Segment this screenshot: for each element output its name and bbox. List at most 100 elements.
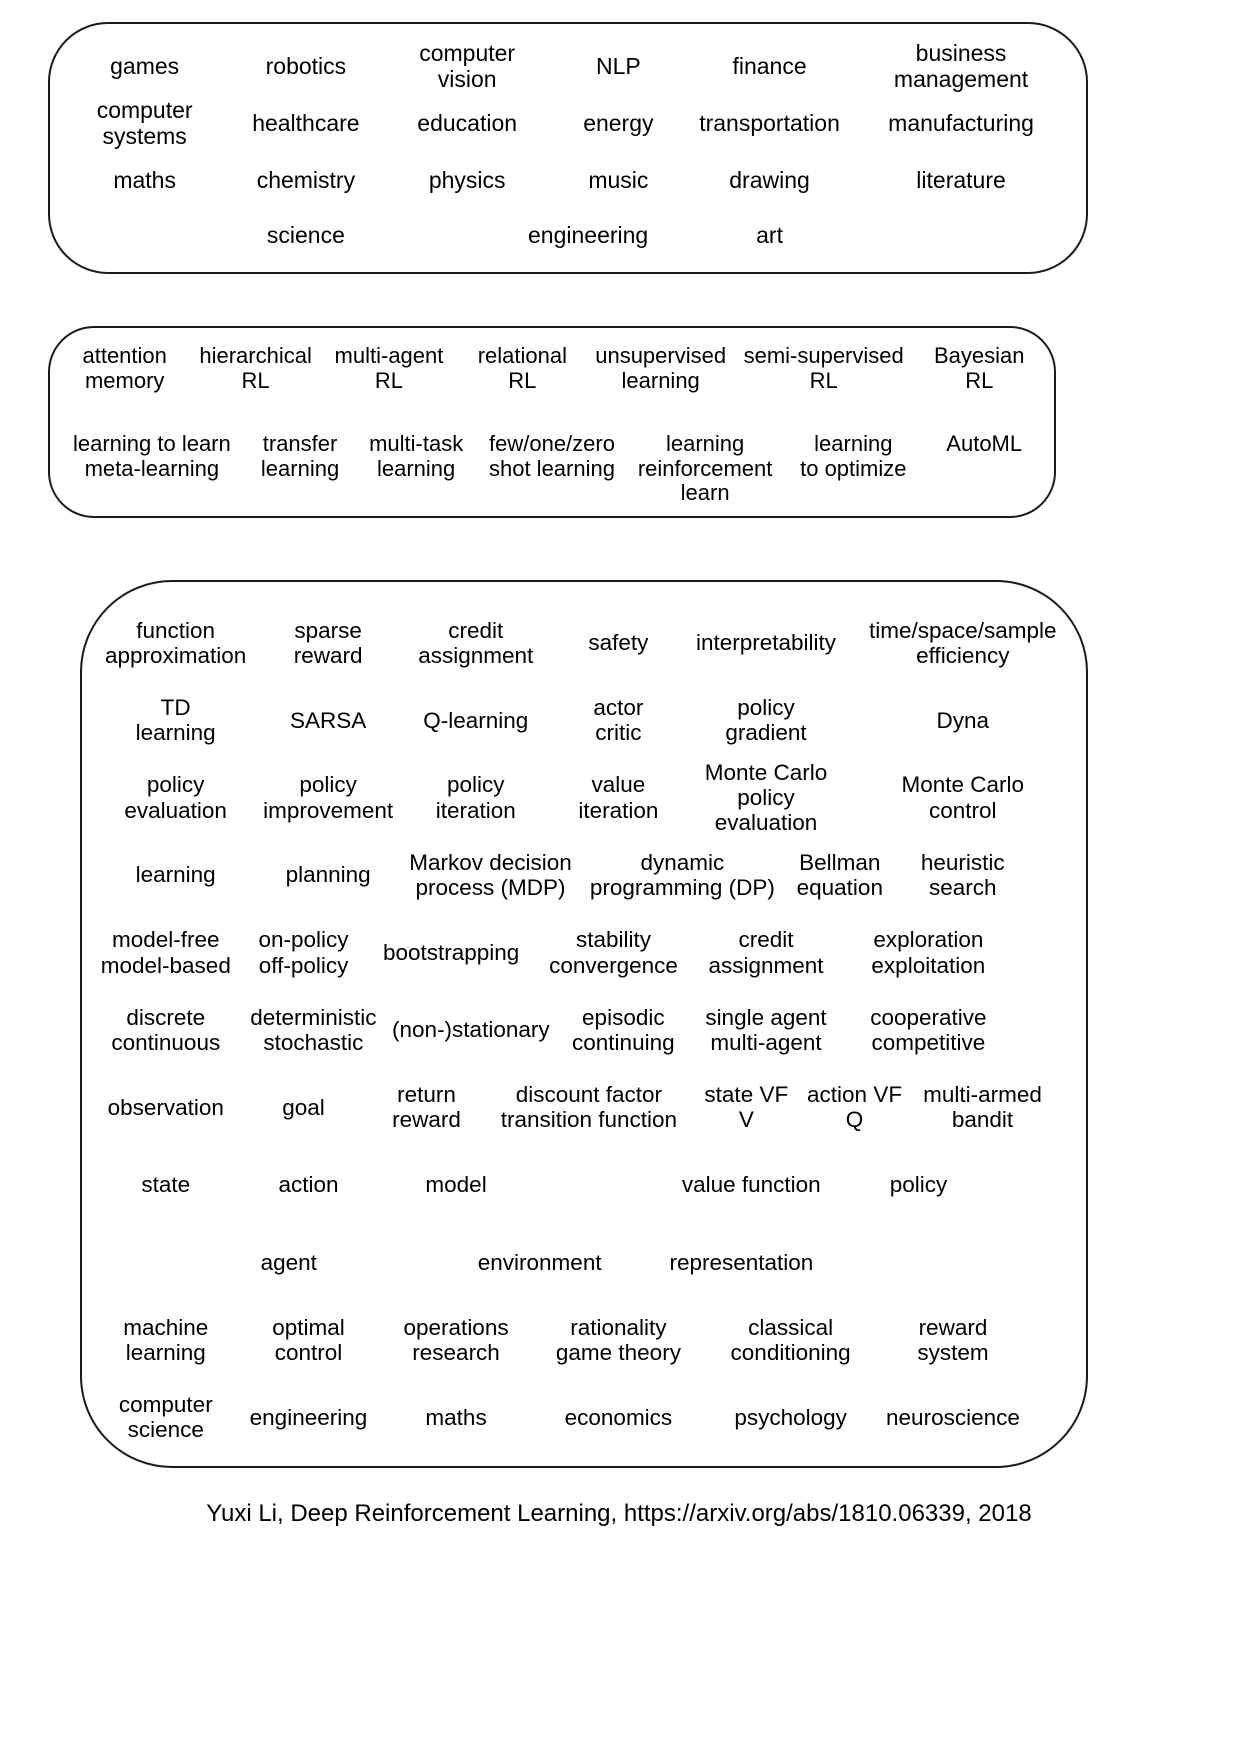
applications-rows: games robotics computer vision NLP finance bu… (50, 24, 1086, 272)
concept-label: Markov decision process (MDP) (409, 849, 572, 901)
core-row: policy evaluation policy improvement polic… (92, 759, 1076, 836)
figure-caption: Yuxi Li, Deep Reinforcement Learning, ht… (206, 1500, 1032, 1527)
concept-label: policy gradient (725, 694, 807, 746)
mechanisms-rows: attention memory hierarchical RL multi-age… (50, 328, 1054, 516)
concept-label: classical conditioning (730, 1314, 851, 1365)
concept-label: manufacturing (888, 110, 1034, 137)
concept-label: policy evaluation (124, 772, 227, 823)
core-row: computer science engineering maths economic… (92, 1379, 1076, 1456)
core-row: state action model value function policy (92, 1146, 1076, 1223)
applications-row: games robotics computer vision NLP finance bu… (64, 38, 1072, 95)
concept-label: on-policy off-policy (258, 927, 349, 978)
concept-label: engineering (528, 222, 649, 249)
concept-label: (non-)stationary (392, 1017, 550, 1043)
concept-label: Dyna (936, 707, 990, 733)
concept-label: attention memory (82, 343, 167, 393)
concept-label: heuristic search (920, 849, 1005, 901)
applications-panel: games robotics computer vision NLP finance bu… (48, 22, 1088, 274)
concept-label: planning (285, 862, 371, 888)
concept-label: learning reinforcement learn (637, 431, 773, 506)
concept-label: chemistry (256, 167, 356, 194)
concept-label: multi-armed bandit (923, 1082, 1042, 1133)
concept-label: economics (564, 1404, 673, 1430)
concept-label: learning (135, 862, 216, 888)
concept-label: music (588, 167, 649, 194)
concept-label: engineering (249, 1404, 368, 1430)
concept-label: finance (732, 52, 807, 79)
concept-label: multi-agent RL (334, 343, 444, 393)
concept-label: Monte Carlo control (901, 772, 1025, 823)
concept-label: Bayesian RL (934, 343, 1025, 393)
mechanisms-row: learning to learn meta-learning transfer … (58, 431, 1046, 506)
concept-label: games (110, 52, 180, 79)
concept-label: rationality game theory (555, 1314, 681, 1365)
applications-row: science engineering art (64, 210, 1072, 262)
core-concepts-panel: function approximation sparse reward credi… (80, 580, 1088, 1468)
core-row: model-free model-based on-policy off-poli… (92, 914, 1076, 991)
concept-label: business management (893, 39, 1029, 92)
core-row: observation goal return reward discount fac… (92, 1069, 1076, 1146)
concept-label: Bellman equation (796, 849, 883, 901)
concept-label: state VF V (704, 1082, 789, 1133)
concept-label: reward system (917, 1314, 989, 1365)
concept-label: interpretability (695, 630, 837, 656)
concept-label: maths (425, 1404, 487, 1430)
concept-label: few/one/zero shot learning (488, 431, 615, 481)
concept-label: sparse reward (293, 617, 363, 668)
concept-label: machine learning (123, 1314, 209, 1365)
concept-label: science (266, 222, 345, 249)
concept-label: discrete continuous (111, 1004, 221, 1055)
concept-label: relational RL (477, 343, 567, 393)
concept-label: stability convergence (549, 927, 678, 978)
concept-label: representation (669, 1249, 814, 1275)
figure-root: games robotics computer vision NLP finance bu… (0, 0, 1238, 1758)
concept-label: value iteration (578, 772, 659, 823)
concept-label: robotics (265, 52, 347, 79)
concept-label: action VF Q (807, 1082, 903, 1133)
core-row: learning planning Markov decision process … (92, 836, 1076, 913)
mechanisms-row: attention memory hierarchical RL multi-age… (58, 343, 1046, 416)
concept-label: credit assignment (708, 927, 824, 978)
concept-label: drawing (729, 167, 810, 194)
concept-label: learning to learn meta-learning (72, 431, 231, 481)
concept-label: maths (113, 167, 176, 194)
concept-label: computer vision (419, 39, 516, 92)
concept-label: transfer learning (260, 431, 340, 481)
concept-label: function approximation (104, 617, 247, 668)
concept-label: goal (282, 1094, 325, 1120)
concept-label: physics (428, 167, 506, 194)
concept-label: hierarchical RL (199, 343, 312, 393)
core-row: machine learning optimal control operation… (92, 1301, 1076, 1378)
core-row: function approximation sparse reward credi… (92, 604, 1076, 681)
concept-label: discount factor transition function (500, 1082, 678, 1133)
concept-label: policy iteration (435, 772, 516, 823)
mechanisms-panel: attention memory hierarchical RL multi-age… (48, 326, 1056, 518)
concept-label: return reward (392, 1082, 461, 1133)
concept-label: computer science (118, 1392, 213, 1443)
concept-label: computer systems (96, 97, 193, 150)
concept-label: credit assignment (418, 617, 534, 668)
concept-label: art (756, 222, 783, 249)
concept-label: optimal control (272, 1314, 345, 1365)
concept-label: TD learning (135, 694, 216, 746)
concept-label: energy (583, 110, 654, 137)
concept-label: Q-learning (423, 707, 529, 733)
concept-label: Monte Carlo policy evaluation (704, 759, 828, 836)
concept-label: education (417, 110, 518, 137)
core-row: discrete continuous deterministic stochas… (92, 991, 1076, 1068)
core-row: agent environment representation (92, 1224, 1076, 1301)
concept-label: exploration exploitation (871, 927, 986, 978)
concept-label: value function (681, 1172, 821, 1198)
core-row: TD learning SARSA Q-learning actor critic po… (92, 681, 1076, 758)
concept-label: cooperative competitive (870, 1004, 987, 1055)
applications-row: maths chemistry physics music drawing literat… (64, 153, 1072, 210)
concept-label: policy (889, 1172, 948, 1198)
concept-label: psychology (734, 1404, 847, 1430)
concept-label: episodic continuing (572, 1004, 675, 1055)
concept-label: literature (916, 167, 1006, 194)
concept-label: policy improvement (263, 772, 394, 823)
concept-label: NLP (595, 52, 641, 79)
concept-label: semi-supervised RL (743, 343, 904, 393)
concept-label: operations research (403, 1314, 509, 1365)
concept-label: single agent multi-agent (705, 1004, 827, 1055)
